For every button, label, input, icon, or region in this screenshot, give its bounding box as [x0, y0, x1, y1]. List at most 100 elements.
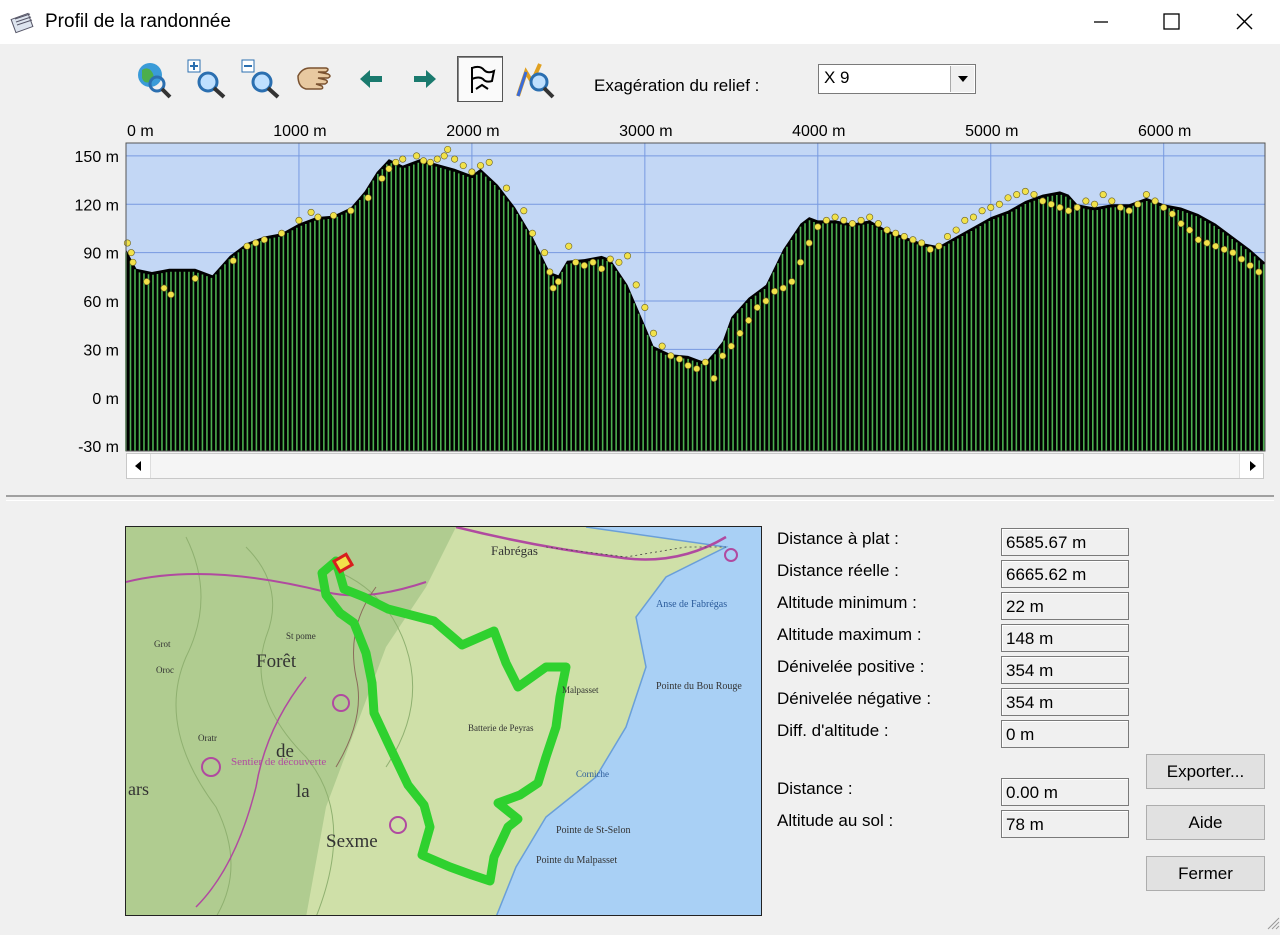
track-point [129, 258, 137, 266]
map-label: Batterie de Peyras [468, 723, 534, 733]
maximize-button[interactable] [1136, 0, 1206, 44]
forward-arrow-icon[interactable] [402, 56, 448, 102]
stat-value: 6585.67 m [1006, 533, 1087, 552]
track-point [805, 239, 813, 247]
horizontal-scrollbar[interactable] [126, 453, 1264, 479]
zoom-in-icon[interactable] [184, 56, 230, 102]
x-tick-label: 5000 m [965, 123, 1018, 140]
track-point [541, 249, 549, 257]
track-point [952, 226, 960, 234]
y-tick-label: 90 m [83, 246, 119, 263]
stat-label: Distance à plat : [777, 529, 899, 548]
track-point [926, 245, 934, 253]
track-point [468, 168, 476, 176]
close-button[interactable] [1208, 0, 1278, 44]
resize-grip-icon[interactable] [1264, 914, 1280, 930]
stat-value: 148 m [1006, 629, 1054, 648]
elevation-profile-chart[interactable]: 0 m 1000 m 2000 m 3000 m 4000 m 5000 m 6000 m 1… [0, 110, 1280, 455]
track-point [935, 242, 943, 250]
stat-value: 0 m [1006, 725, 1035, 744]
track-point [477, 162, 485, 170]
globe-zoom-icon[interactable] [130, 56, 176, 102]
profile-zoom-icon[interactable] [512, 56, 558, 102]
track-point [1039, 197, 1047, 205]
x-tick-label: 3000 m [619, 123, 672, 140]
stat-value-field: 6665.62 m [1001, 560, 1129, 588]
track-point [1177, 220, 1185, 228]
x-tick-label: 6000 m [1138, 123, 1191, 140]
track-point [433, 155, 441, 163]
route-map[interactable]: Fabrégas Anse de Fabrégas Pointe du Bou Ro… [125, 526, 762, 916]
export-button[interactable]: Exporter... [1146, 754, 1265, 789]
track-point [1056, 204, 1064, 212]
track-point [831, 213, 839, 221]
map-label: Malpasset [562, 685, 599, 695]
y-tick-label: 120 m [75, 197, 119, 214]
track-point [520, 207, 528, 215]
map-label: Pointe du Malpasset [536, 855, 617, 866]
stat-value: 6665.62 m [1006, 565, 1087, 584]
track-point [840, 216, 848, 224]
minimize-button[interactable] [1066, 0, 1136, 44]
track-point [969, 213, 977, 221]
track-point [1047, 200, 1055, 208]
back-arrow-icon[interactable] [348, 56, 394, 102]
map-label: Pointe du Bou Rouge [656, 681, 742, 692]
map-label: Pointe de St-Selon [556, 825, 630, 836]
track-point [1151, 197, 1159, 205]
track-point [546, 268, 554, 276]
track-point [883, 226, 891, 234]
track-point [1099, 191, 1107, 199]
track-point [314, 213, 322, 221]
stat-label: Dénivelée négative : [777, 689, 932, 708]
zoom-out-icon[interactable] [238, 56, 284, 102]
title-bar: Profil de la randonnée [0, 0, 1280, 44]
track-point [753, 303, 761, 311]
track-point [565, 242, 573, 250]
close-dialog-button[interactable]: Fermer [1146, 856, 1265, 891]
track-point [572, 258, 580, 266]
chevron-down-icon[interactable] [950, 66, 974, 92]
y-tick-label: 0 m [92, 391, 119, 408]
track-point [710, 374, 718, 382]
track-point [848, 220, 856, 228]
exaggeration-select[interactable]: X 9 [818, 64, 976, 94]
track-point [1238, 255, 1246, 263]
track-point [1108, 197, 1116, 205]
track-point [650, 329, 658, 337]
y-tick-label: -30 m [78, 439, 119, 455]
track-point [589, 258, 597, 266]
panel-splitter[interactable] [6, 495, 1274, 501]
track-point [892, 229, 900, 237]
track-point [995, 200, 1003, 208]
track-point [392, 158, 400, 166]
track-point [459, 162, 467, 170]
flag-icon[interactable] [457, 56, 503, 102]
help-button[interactable]: Aide [1146, 805, 1265, 840]
pan-hand-icon[interactable] [292, 56, 338, 102]
track-point [1168, 210, 1176, 218]
track-point [444, 145, 452, 153]
stat-value: 78 m [1006, 815, 1044, 834]
track-point [675, 355, 683, 363]
track-point [866, 213, 874, 221]
track-point [719, 352, 727, 360]
scroll-right-icon[interactable] [1239, 454, 1263, 478]
map-label: Oroc [156, 665, 174, 675]
x-tick-label: 1000 m [273, 123, 326, 140]
map-label: Sexme [326, 831, 378, 852]
exaggeration-value: X 9 [824, 68, 850, 87]
app-icon [10, 10, 36, 34]
track-point [909, 236, 917, 244]
track-point [961, 216, 969, 224]
track-point [857, 216, 865, 224]
track-point [641, 303, 649, 311]
track-point [123, 239, 131, 247]
stat-value: 354 m [1006, 661, 1054, 680]
stat-value: 22 m [1006, 597, 1044, 616]
exaggeration-label: Exagération du relief : [594, 76, 760, 95]
track-point [1220, 245, 1228, 253]
track-point [1255, 268, 1263, 276]
scroll-left-icon[interactable] [127, 454, 151, 478]
x-tick-label: 0 m [127, 123, 154, 140]
